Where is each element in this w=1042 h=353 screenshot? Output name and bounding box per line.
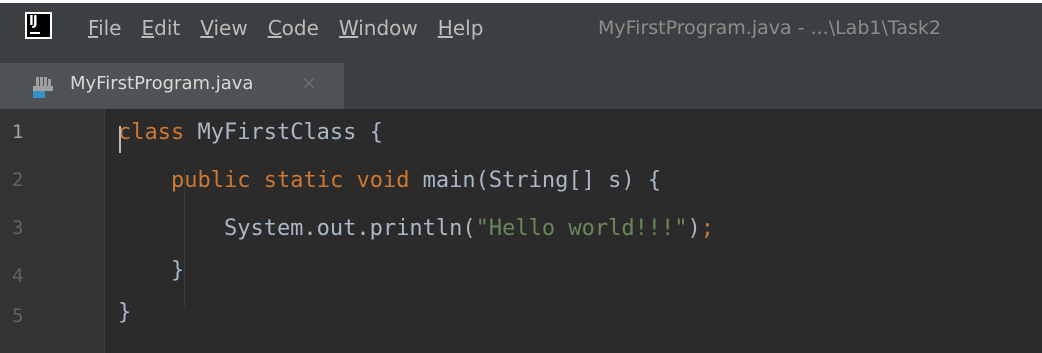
menu-mnemonic: V bbox=[200, 16, 214, 40]
code-line[interactable]: class MyFirstClass { bbox=[118, 120, 383, 145]
menu-item-edit[interactable]: Edit bbox=[141, 16, 180, 40]
code-token: static bbox=[263, 168, 344, 193]
gutter-separator bbox=[104, 109, 105, 353]
menu-items: File Edit View Code Window Help bbox=[88, 3, 503, 53]
code-token: void bbox=[356, 168, 410, 193]
menu-bar: IJ File Edit View Code Window Help MyFirstPro… bbox=[0, 3, 1042, 53]
line-number: 2 bbox=[12, 169, 24, 191]
menu-mnemonic: H bbox=[437, 16, 453, 40]
menu-item-help[interactable]: Help bbox=[438, 16, 484, 40]
tab-close-icon[interactable]: × bbox=[301, 72, 317, 94]
menu-label-rest: iew bbox=[213, 16, 248, 40]
code-token: System.out.println( bbox=[118, 216, 476, 241]
java-file-icon bbox=[33, 77, 53, 98]
menu-item-window[interactable]: Window bbox=[339, 16, 418, 40]
menu-label-rest: elp bbox=[452, 16, 484, 40]
menu-label-rest: ode bbox=[281, 16, 319, 40]
menu-item-view[interactable]: View bbox=[200, 16, 247, 40]
code-token: ; bbox=[700, 216, 715, 241]
line-number: 3 bbox=[12, 217, 24, 239]
ide-window: IJ File Edit View Code Window Help MyFirstPro… bbox=[0, 0, 1042, 353]
code-line[interactable]: } bbox=[118, 258, 184, 283]
code-token: main(String[] s) { bbox=[409, 168, 662, 193]
code-editor[interactable]: 1 2 3 4 5 class MyFirstClass { public st… bbox=[0, 109, 1042, 353]
code-token: } bbox=[118, 300, 132, 325]
line-number-gutter: 1 2 3 4 5 bbox=[0, 109, 104, 353]
code-token: public bbox=[170, 168, 251, 193]
menu-mnemonic: F bbox=[88, 16, 99, 40]
line-number: 4 bbox=[12, 265, 24, 287]
intellij-logo-icon: IJ bbox=[25, 12, 52, 39]
menu-label-rest: dit bbox=[154, 16, 181, 40]
code-token: "Hello world!!!" bbox=[475, 216, 688, 241]
code-token: MyFirstClass { bbox=[184, 120, 383, 145]
editor-tab-bar: MyFirstProgram.java × bbox=[0, 53, 1042, 109]
menu-label-rest: ile bbox=[98, 16, 122, 40]
menu-mnemonic: E bbox=[141, 16, 155, 40]
code-token: class bbox=[118, 120, 185, 145]
menu-label-rest: indow bbox=[358, 16, 418, 40]
menu-mnemonic: C bbox=[267, 16, 282, 40]
code-line[interactable]: } bbox=[118, 300, 131, 325]
menu-item-code[interactable]: Code bbox=[268, 16, 319, 40]
menu-mnemonic: W bbox=[338, 16, 359, 40]
code-token: } bbox=[118, 258, 185, 283]
line-number: 5 bbox=[12, 305, 24, 327]
app-logo-text: IJ bbox=[29, 14, 38, 29]
code-line[interactable]: System.out.println("Hello world!!!"); bbox=[118, 216, 714, 241]
text-caret bbox=[119, 126, 121, 153]
window-title: MyFirstProgram.java - ...\Lab1\Task2 bbox=[598, 17, 941, 39]
code-token: ) bbox=[687, 216, 701, 241]
line-number: 1 bbox=[12, 121, 24, 143]
tab-label: MyFirstProgram.java bbox=[70, 73, 254, 94]
tab-myfirstprogram[interactable]: MyFirstProgram.java × bbox=[0, 63, 344, 109]
menu-item-file[interactable]: File bbox=[88, 16, 121, 40]
code-line[interactable]: public static void main(String[] s) { bbox=[118, 168, 661, 193]
